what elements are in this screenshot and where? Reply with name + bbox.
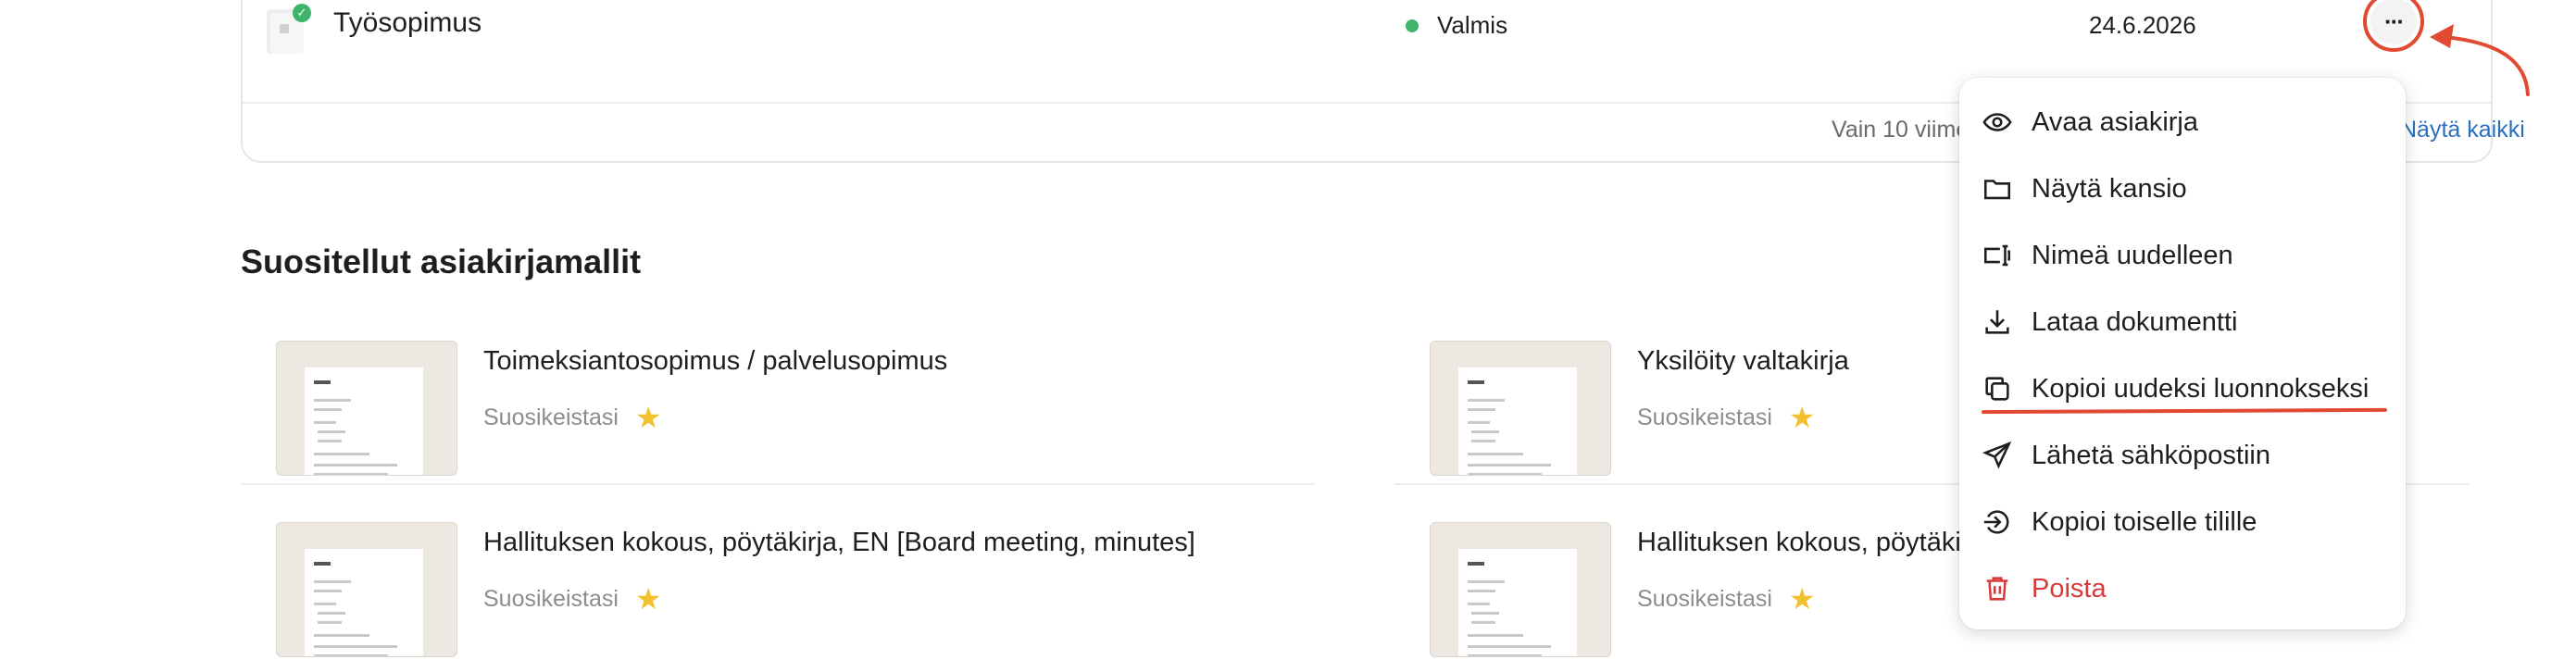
send-icon (1982, 441, 2012, 469)
menu-item-label: Avaa asiakirja (2032, 106, 2199, 137)
template-thumbnail (1430, 522, 1611, 657)
favorite-label: Suosikeistasi (483, 404, 619, 430)
rename-icon (1983, 244, 2011, 267)
favorite-indicator: Suosikeistasi ★ (1637, 581, 1816, 616)
menu-item-label: Kopioi uudeksi luonnokseksi (2032, 373, 2370, 404)
section-title: Suositellut asiakirjamallit (241, 243, 642, 280)
template-title[interactable]: Hallituksen kokous, pöytäkirja (1637, 528, 1991, 558)
menu-item-delete[interactable]: Poista (1959, 555, 2406, 622)
menu-item-label: Poista (2032, 573, 2107, 604)
eye-icon (1982, 113, 2012, 131)
template-sheet (1458, 549, 1577, 656)
download-icon (1985, 310, 2009, 334)
template-item[interactable]: Toimeksiantosopimus / palvelusopimus Suo… (241, 330, 1315, 485)
menu-item-send-email[interactable]: Lähetä sähköpostiin (1959, 422, 2406, 489)
document-row[interactable]: ✓ Työsopimus Valmis 24.6.2026 ··· (243, 0, 2491, 67)
menu-item-label: Lataa dokumentti (2032, 306, 2238, 337)
check-badge-icon: ✓ (293, 4, 311, 22)
star-icon[interactable]: ★ (635, 581, 662, 616)
favorite-indicator: Suosikeistasi ★ (1637, 400, 1816, 435)
favorite-label: Suosikeistasi (1637, 585, 1772, 612)
document-mark (280, 24, 289, 33)
template-sheet (305, 549, 423, 656)
star-icon[interactable]: ★ (635, 400, 662, 435)
document-title[interactable]: Työsopimus (333, 7, 481, 39)
copy-icon (1985, 377, 2009, 401)
menu-item-label: Kopioi toiselle tilille (2032, 506, 2257, 537)
menu-item-copy-to-other-account[interactable]: Kopioi toiselle tilille (1959, 489, 2406, 555)
template-sheet (305, 367, 423, 475)
template-thumbnail (1430, 341, 1611, 476)
document-thumbnail: ✓ (267, 4, 311, 54)
star-icon[interactable]: ★ (1789, 581, 1816, 616)
menu-item-label: Lähetä sähköpostiin (2032, 440, 2270, 470)
favorite-label: Suosikeistasi (1637, 404, 1772, 430)
template-item[interactable]: Hallituksen kokous, pöytäkirja, EN [Boar… (241, 511, 1315, 661)
highlight-circle (2363, 0, 2424, 52)
folder-icon (1983, 180, 2011, 200)
template-thumbnail (276, 522, 457, 657)
template-thumbnail (276, 341, 457, 476)
template-title[interactable]: Yksilöity valtakirja (1637, 346, 1849, 377)
document-date: 24.6.2026 (2089, 11, 2196, 39)
favorite-label: Suosikeistasi (483, 585, 619, 612)
show-all-link[interactable]: Näytä kaikki (2400, 117, 2525, 143)
menu-item-label: Näytä kansio (2032, 173, 2187, 204)
status-badge: Valmis (1406, 11, 1507, 40)
template-title[interactable]: Hallituksen kokous, pöytäkirja, EN [Boar… (483, 528, 1195, 558)
pointer-arrow-icon (2430, 24, 2530, 96)
status-label: Valmis (1437, 11, 1508, 39)
template-sheet (1458, 367, 1577, 475)
menu-item-download[interactable]: Lataa dokumentti (1959, 289, 2406, 355)
menu-item-rename[interactable]: Nimeä uudelleen (1959, 222, 2406, 289)
document-actions-menu: Avaa asiakirja Näytä kansio Nimeä uudell… (1959, 78, 2406, 629)
divider (241, 483, 1315, 485)
trash-icon (1986, 577, 2008, 601)
favorite-indicator: Suosikeistasi ★ (483, 400, 662, 435)
menu-item-open-document[interactable]: Avaa asiakirja (1959, 89, 2406, 156)
menu-item-label: Nimeä uudelleen (2032, 240, 2233, 270)
status-dot-icon (1406, 19, 1419, 32)
favorite-indicator: Suosikeistasi ★ (483, 581, 662, 616)
menu-item-show-folder[interactable]: Näytä kansio (1959, 156, 2406, 222)
star-icon[interactable]: ★ (1789, 400, 1816, 435)
template-title[interactable]: Toimeksiantosopimus / palvelusopimus (483, 346, 947, 377)
transfer-icon (1983, 510, 2009, 534)
